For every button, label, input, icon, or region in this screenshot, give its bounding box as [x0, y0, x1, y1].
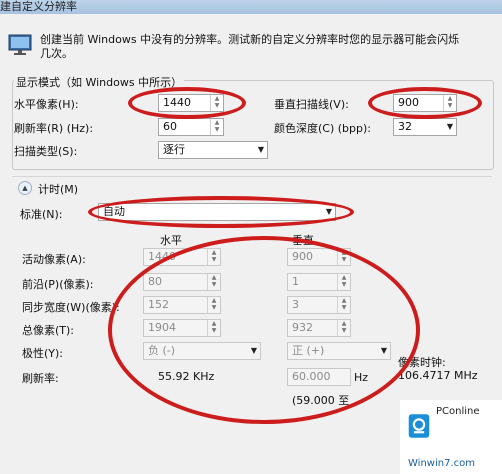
active-pixels-label: 活动像素(A):	[22, 253, 86, 266]
color-depth-select[interactable]: 32 ▼	[393, 118, 457, 136]
refresh-rate-input[interactable]: 60 ▲ ▼	[158, 118, 224, 136]
total-pixels-v-input[interactable]: 932 ▲ ▼	[287, 319, 351, 337]
timing-refresh-v-input[interactable]: 60.000	[287, 368, 351, 386]
title-bar: 建自定义分辨率	[0, 0, 502, 14]
polarity-v-select[interactable]: 正 (+) ▼	[287, 342, 391, 360]
active-pixels-v-value: 900	[292, 250, 313, 263]
polarity-h-value: 负 (-)	[148, 344, 176, 357]
refresh-rate-spinner[interactable]: ▲ ▼	[210, 119, 223, 135]
standard-label: 标准(N):	[20, 208, 63, 221]
col-vertical-header: 垂直	[292, 234, 314, 247]
refresh-rate-label: 刷新率(R) (Hz):	[14, 122, 94, 135]
v-lines-value: 900	[398, 96, 419, 109]
polarity-v-value: 正 (+)	[292, 344, 325, 357]
h-pixels-input[interactable]: 1440 ▲ ▼	[158, 94, 224, 112]
v-lines-label: 垂直扫描线(V):	[274, 98, 349, 111]
sync-width-v-value: 3	[292, 298, 299, 311]
logo-icon	[408, 414, 430, 438]
spinner[interactable]: ▲ ▼	[337, 297, 350, 313]
scan-type-select[interactable]: 逐行 ▼	[158, 141, 268, 159]
timing-refresh-label: 刷新率:	[22, 372, 59, 385]
front-porch-h-input[interactable]: 80 ▲ ▼	[143, 273, 221, 291]
active-pixels-h-input[interactable]: 1440 ▲ ▼	[143, 248, 221, 266]
front-porch-label: 前沿(P)(像素):	[22, 278, 94, 291]
spinner[interactable]: ▲ ▼	[337, 249, 350, 265]
sync-width-h-value: 152	[148, 298, 169, 311]
front-porch-v-input[interactable]: 1 ▲ ▼	[287, 273, 351, 291]
timing-refresh-h-value: 55.92 KHz	[158, 370, 215, 383]
window-title: 建自定义分辨率	[0, 0, 77, 13]
watermark-site: Winwin7.com	[408, 458, 475, 469]
standard-select[interactable]: 自动 ▼	[98, 203, 336, 221]
total-pixels-label: 总像素(T):	[22, 324, 75, 337]
spinner[interactable]: ▲ ▼	[337, 274, 350, 290]
standard-value: 自动	[103, 205, 125, 218]
scan-type-value: 逐行	[163, 143, 185, 156]
timing-section-label: 计时(M)	[38, 183, 79, 196]
range-note: (59.000 至	[292, 394, 350, 407]
col-horizontal-header: 水平	[160, 234, 182, 247]
polarity-h-select[interactable]: 负 (-) ▼	[143, 342, 261, 360]
refresh-rate-value: 60	[163, 120, 177, 133]
chevron-down-icon: ▼	[380, 346, 387, 355]
chevron-down-icon: ▼	[250, 346, 257, 355]
chevron-down-icon: ▼	[446, 122, 453, 131]
h-pixels-spinner[interactable]: ▲ ▼	[210, 95, 223, 111]
color-depth-value: 32	[398, 120, 412, 133]
separator	[12, 176, 492, 177]
spinner[interactable]: ▲ ▼	[207, 297, 220, 313]
pixel-clock-label: 像素时钟:	[398, 356, 446, 369]
v-lines-input[interactable]: 900 ▲ ▼	[393, 94, 457, 112]
total-pixels-h-input[interactable]: 1904 ▲ ▼	[143, 319, 221, 337]
spinner[interactable]: ▲ ▼	[337, 320, 350, 336]
timing-refresh-v-value: 60.000	[292, 370, 331, 383]
timing-refresh-v-unit: Hz	[354, 371, 369, 384]
monitor-icon	[8, 34, 32, 55]
collapse-toggle-icon[interactable]: ▲	[18, 181, 32, 195]
watermark-brand: PConline	[436, 406, 480, 417]
h-pixels-value: 1440	[163, 96, 191, 109]
active-pixels-h-value: 1440	[148, 250, 176, 263]
chevron-down-icon: ▼	[325, 207, 332, 216]
dialog-description: 创建当前 Windows 中没有的分辨率。测试新的自定义分辨率时您的显示器可能会…	[40, 33, 460, 60]
spinner[interactable]: ▲ ▼	[207, 320, 220, 336]
total-pixels-v-value: 932	[292, 321, 313, 334]
pixel-clock-value: 106.4717 MHz	[398, 369, 478, 382]
spinner[interactable]: ▲ ▼	[207, 274, 220, 290]
front-porch-v-value: 1	[292, 275, 299, 288]
polarity-label: 极性(Y):	[22, 347, 64, 360]
front-porch-h-value: 80	[148, 275, 162, 288]
v-lines-spinner[interactable]: ▲ ▼	[443, 95, 456, 111]
sync-width-label: 同步宽度(W)(像素):	[22, 301, 120, 314]
sync-width-h-input[interactable]: 152 ▲ ▼	[143, 296, 221, 314]
sync-width-v-input[interactable]: 3 ▲ ▼	[287, 296, 351, 314]
h-pixels-label: 水平像素(H):	[14, 98, 79, 111]
scan-type-label: 扫描类型(S):	[14, 145, 78, 158]
chevron-down-icon: ▼	[257, 145, 264, 154]
display-mode-label: 显示模式（如 Windows 中所示）	[14, 74, 185, 90]
total-pixels-h-value: 1904	[148, 321, 176, 334]
watermark-logo: PConline Winwin7.com	[400, 400, 502, 474]
active-pixels-v-input[interactable]: 900 ▲ ▼	[287, 248, 351, 266]
spinner[interactable]: ▲ ▼	[207, 249, 220, 265]
color-depth-label: 颜色深度(C) (bpp):	[274, 122, 371, 135]
